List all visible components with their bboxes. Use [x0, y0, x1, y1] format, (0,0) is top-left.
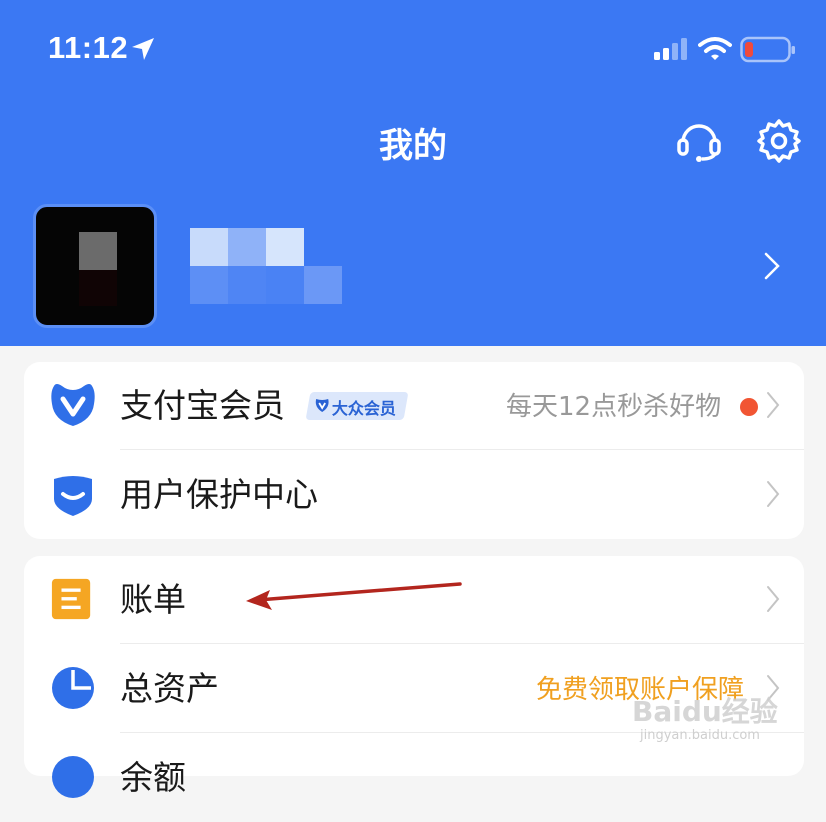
row-label: 总资产: [120, 669, 219, 708]
profile-header: 11:12 我的: [0, 0, 826, 346]
signal-icon: [654, 38, 687, 60]
member-level-badge: 大众会员: [305, 392, 409, 420]
balance-icon: [52, 756, 94, 798]
divider: [120, 643, 804, 644]
customer-service-icon[interactable]: [676, 118, 722, 164]
row-label: 余额: [120, 758, 186, 797]
chevron-right-icon: [767, 481, 780, 507]
promo-text: 每天12点秒杀好物: [506, 392, 722, 422]
wifi-icon: [698, 37, 732, 60]
username-blurred[interactable]: [190, 228, 350, 308]
row-label: 用户保护中心: [120, 475, 318, 514]
list-item-member[interactable]: 支付宝会员 大众会员 每天12点秒杀好物: [24, 362, 804, 450]
avatar[interactable]: [33, 204, 157, 328]
baidu-watermark: Baidu经验: [632, 695, 778, 728]
chevron-right-icon: [767, 586, 780, 612]
list-item-balance[interactable]: 余额: [24, 734, 804, 822]
membership-card: 支付宝会员 大众会员 每天12点秒杀好物 用户保护中心: [24, 362, 804, 539]
location-arrow-icon: [132, 38, 154, 60]
badge-label: 大众会员: [331, 399, 396, 418]
bill-icon: [51, 578, 91, 620]
status-time: 11:12: [48, 30, 129, 65]
list-item-user-protection[interactable]: 用户保护中心: [24, 451, 804, 539]
annotation-arrow: [246, 582, 462, 610]
notification-dot: [740, 398, 758, 416]
chevron-right-icon: [767, 392, 780, 418]
divider: [120, 449, 804, 450]
member-v-icon: [51, 384, 95, 426]
row-label: 账单: [120, 580, 186, 619]
settings-gear-icon[interactable]: [756, 118, 802, 164]
pie-chart-icon: [52, 667, 94, 709]
badge-v-icon: [315, 399, 329, 412]
baidu-watermark-url: jingyan.baidu.com: [640, 728, 760, 743]
battery-icon: [740, 36, 795, 63]
profile-chevron-icon[interactable]: [762, 250, 782, 282]
row-label: 支付宝会员: [120, 386, 285, 425]
shield-icon: [54, 476, 92, 516]
